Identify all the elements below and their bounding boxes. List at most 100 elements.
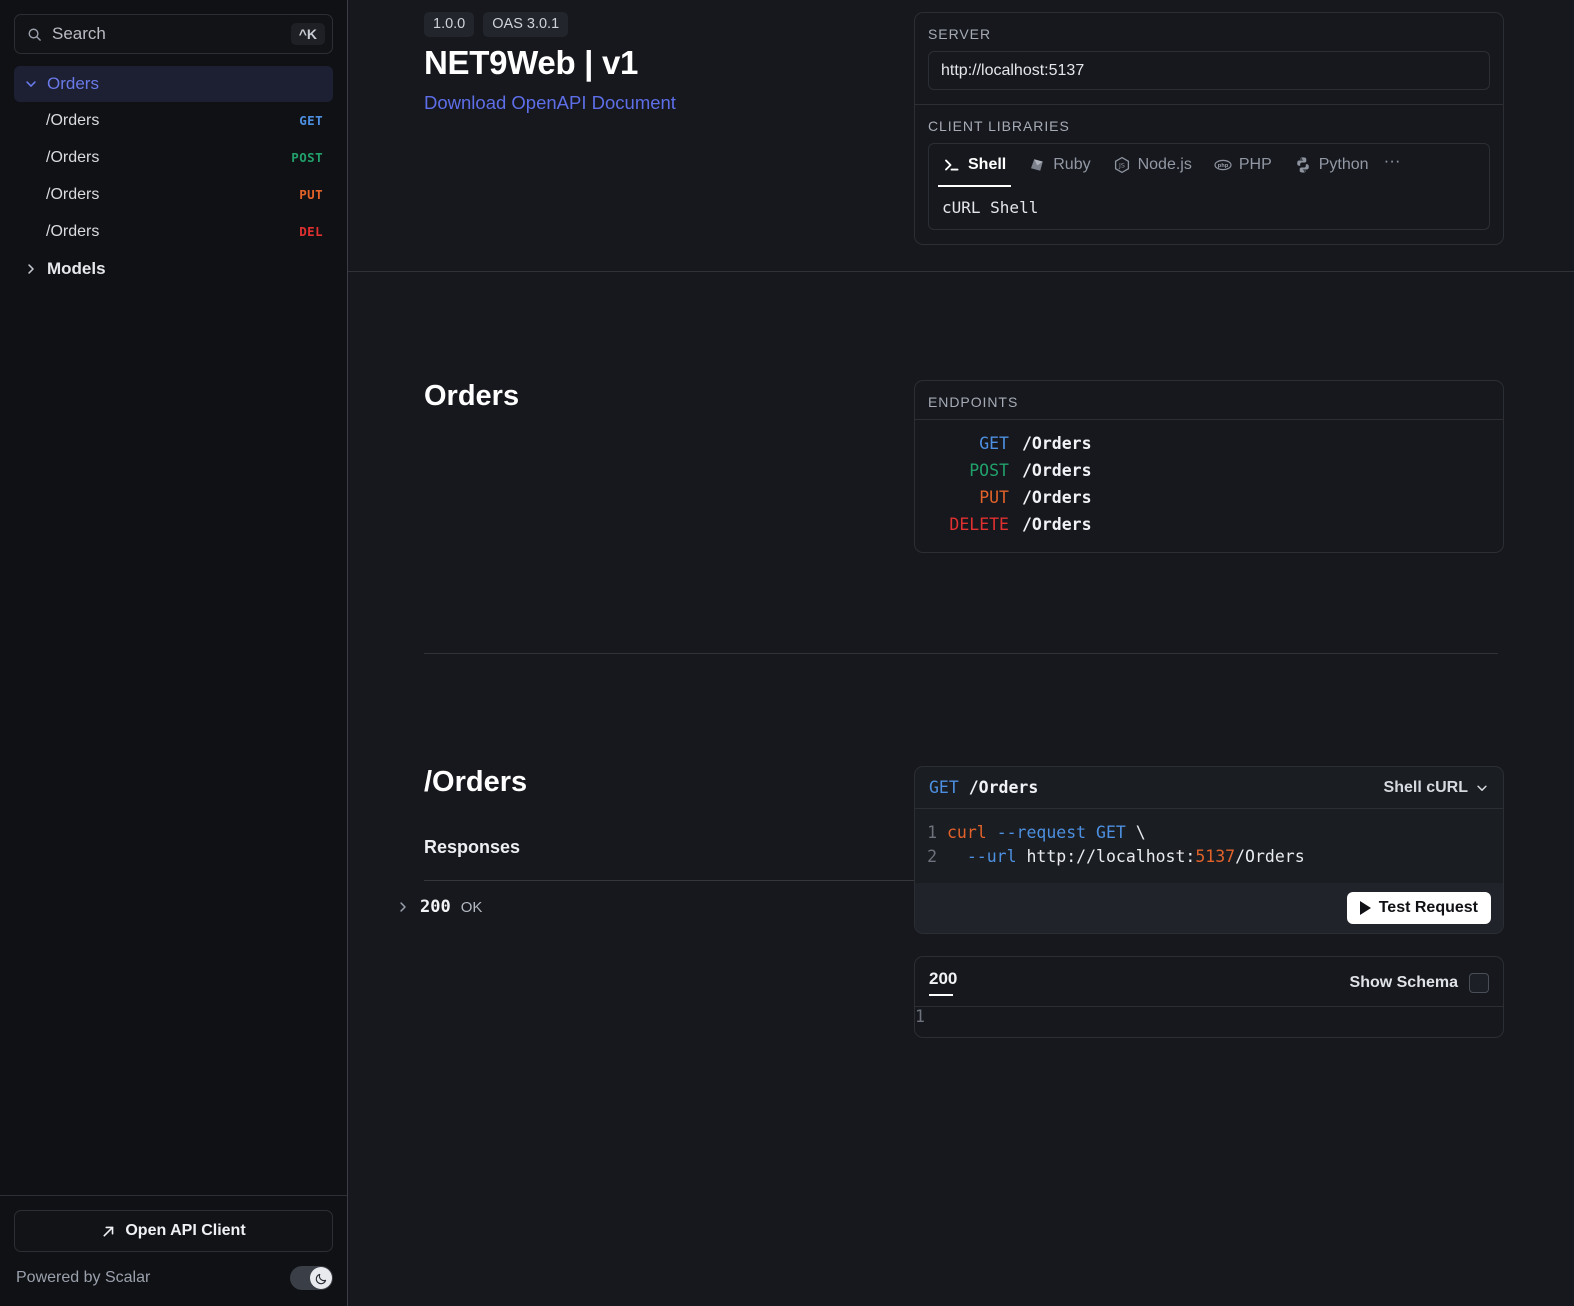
tab-php-label: PHP <box>1238 156 1272 173</box>
tag-section-right: ENDPOINTS GET /Orders POST /Orders PUT /… <box>914 380 1574 553</box>
operation-left: /Orders Responses 200 OK <box>348 766 914 1038</box>
code-sample-card: GET /Orders Shell cURL 1 curl --request … <box>914 766 1504 934</box>
endpoint-path: /Orders <box>1022 515 1092 534</box>
theme-toggle[interactable] <box>290 1266 333 1290</box>
sidebar-item-post-orders[interactable]: /Orders POST <box>14 139 333 176</box>
operation-section-get-orders: /Orders Responses 200 OK GET /Orders She… <box>348 654 1574 1038</box>
sidebar-item-put-orders[interactable]: /Orders PUT <box>14 176 333 213</box>
tab-nodejs-label: Node.js <box>1137 156 1192 173</box>
tab-python-label: Python <box>1318 156 1369 173</box>
endpoint-path: /Orders <box>1022 488 1092 507</box>
api-badges: 1.0.0 OAS 3.0.1 <box>424 12 914 38</box>
sidebar-item-method: PUT <box>299 187 323 202</box>
client-libraries-tabs: Shell Ruby JS Node.js php PHP Python ··· <box>929 144 1489 187</box>
code-token-continuation: \ <box>1135 823 1146 842</box>
endpoint-method: PUT <box>979 488 1009 507</box>
api-header-section: 1.0.0 OAS 3.0.1 NET9Web | v1 Download Op… <box>348 0 1574 272</box>
response-preview-body: 1 <box>915 1007 1503 1037</box>
server-url-input[interactable]: http://localhost:5137 <box>928 51 1490 90</box>
chevron-down-icon <box>26 81 36 87</box>
show-schema-checkbox[interactable] <box>1469 972 1489 993</box>
search-shortcut-badge: ^K <box>290 23 325 45</box>
download-openapi-link[interactable]: Download OpenAPI Document <box>424 92 676 113</box>
endpoint-row-post[interactable]: POST /Orders <box>933 457 1485 484</box>
endpoint-method: DELETE <box>949 515 1009 534</box>
tag-section-left: Orders <box>348 380 914 553</box>
operation-title: /Orders <box>424 766 528 798</box>
terminal-icon <box>945 159 959 171</box>
responses-heading: Responses <box>424 837 521 857</box>
theme-toggle-knob <box>310 1267 332 1289</box>
code-sample-body: 1 curl --request GET \ 2 --url http://lo… <box>915 809 1503 883</box>
chevron-down-icon <box>1477 785 1487 791</box>
tab-python[interactable]: Python <box>1283 145 1380 186</box>
code-token-url-host: http://localhost: <box>1026 847 1196 866</box>
server-url-value: http://localhost:5137 <box>941 61 1085 79</box>
code-line-number: 1 <box>927 823 937 842</box>
code-sample-path: /Orders <box>968 778 1039 797</box>
response-preview-controls: Show Schema <box>1350 972 1489 993</box>
code-token-command: curl <box>947 823 987 842</box>
page-title: NET9Web | v1 <box>424 44 639 82</box>
response-preview-header: 200 Show Schema <box>915 957 1503 1007</box>
sidebar-item-method: GET <box>299 113 323 128</box>
arrow-up-right-icon <box>103 1226 114 1237</box>
api-header-right: SERVER http://localhost:5137 CLIENT LIBR… <box>914 12 1574 245</box>
client-libraries-label: CLIENT LIBRARIES <box>928 118 1070 134</box>
tab-ruby[interactable]: Ruby <box>1017 145 1101 186</box>
response-status-text: OK <box>460 898 483 916</box>
code-sample-footer: Test Request <box>915 883 1503 933</box>
code-sample-endpoint: GET /Orders <box>929 778 1038 797</box>
code-token-flag: --url <box>966 847 1017 866</box>
endpoint-path: /Orders <box>1022 461 1092 480</box>
open-api-client-button[interactable]: Open API Client <box>14 1210 333 1252</box>
search-input[interactable]: Search ^K <box>14 14 333 54</box>
endpoint-row-delete[interactable]: DELETE /Orders <box>933 511 1485 538</box>
sidebar-item-get-orders[interactable]: /Orders GET <box>14 102 333 139</box>
tab-php[interactable]: php PHP <box>1203 145 1283 186</box>
code-line-number: 2 <box>927 847 937 866</box>
tab-shell-label: Shell <box>968 156 1007 173</box>
sidebar-item-path: /Orders <box>46 111 100 129</box>
code-sample-header: GET /Orders Shell cURL <box>915 767 1503 809</box>
svg-text:JS: JS <box>1118 162 1125 170</box>
nodejs-icon: JS <box>1114 156 1129 174</box>
sidebar-item-delete-orders[interactable]: /Orders DEL <box>14 213 333 250</box>
version-badge: 1.0.0 <box>424 12 475 38</box>
response-status-code: 200 <box>420 897 451 917</box>
tab-ruby-label: Ruby <box>1053 156 1091 173</box>
endpoint-row-get[interactable]: GET /Orders <box>933 430 1485 457</box>
endpoint-row-put[interactable]: PUT /Orders <box>933 484 1485 511</box>
code-language-selector[interactable]: Shell cURL <box>1384 779 1489 797</box>
show-schema-label[interactable]: Show Schema <box>1350 974 1458 992</box>
test-request-label: Test Request <box>1378 899 1478 916</box>
sidebar-item-path: /Orders <box>46 185 100 203</box>
sidebar-group-orders[interactable]: Orders <box>14 66 333 102</box>
endpoints-label: ENDPOINTS <box>928 394 1019 410</box>
ellipsis-icon[interactable]: ··· <box>1380 152 1407 169</box>
sidebar-item-path: /Orders <box>46 148 100 166</box>
response-status-tab-200[interactable]: 200 <box>929 969 957 996</box>
svg-text:php: php <box>1217 163 1228 169</box>
response-row-200[interactable]: 200 OK <box>396 881 914 917</box>
main-content: 1.0.0 OAS 3.0.1 NET9Web | v1 Download Op… <box>348 0 1574 1306</box>
ruby-icon <box>1031 159 1044 171</box>
search-container: Search ^K <box>0 0 347 54</box>
tag-section-orders: Orders ENDPOINTS GET /Orders POST /Order… <box>348 272 1574 553</box>
sidebar-footer: Open API Client Powered by Scalar <box>0 1195 347 1306</box>
api-header-left: 1.0.0 OAS 3.0.1 NET9Web | v1 Download Op… <box>348 12 914 245</box>
selected-client-label: cURL Shell <box>928 186 1490 230</box>
python-icon <box>1296 157 1309 173</box>
response-line-number: 1 <box>915 1007 925 1026</box>
code-token-flag: --request <box>996 823 1087 842</box>
test-request-button[interactable]: Test Request <box>1346 892 1491 924</box>
sidebar-item-models[interactable]: Models <box>14 250 333 288</box>
app-root: Search ^K Orders /Orders GET /Orders POS… <box>0 0 1574 1306</box>
endpoint-method: GET <box>979 434 1009 453</box>
server-label: SERVER <box>928 26 992 42</box>
play-icon <box>1359 901 1371 915</box>
tab-nodejs[interactable]: JS Node.js <box>1102 145 1203 186</box>
code-line: 1 curl --request GET \ <box>915 821 1503 845</box>
operation-right: GET /Orders Shell cURL 1 curl --request … <box>914 766 1574 1038</box>
tab-shell[interactable]: Shell <box>932 145 1017 187</box>
